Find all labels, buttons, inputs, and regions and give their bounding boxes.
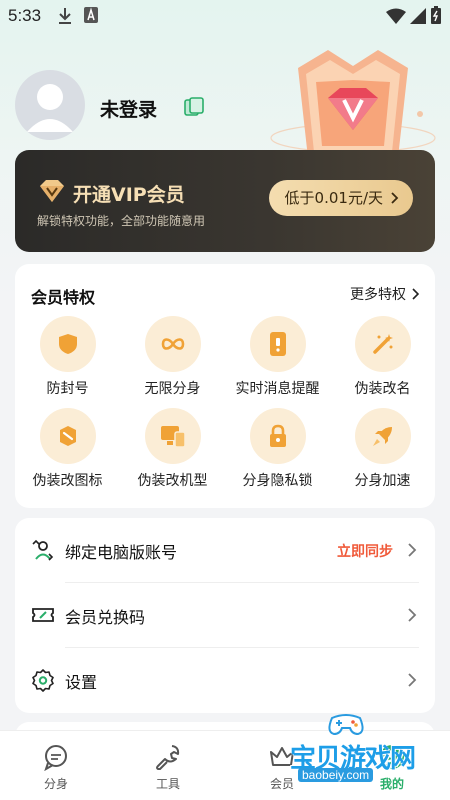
list-item-label: 会员兑换码 xyxy=(65,608,146,627)
privilege-disguise-model[interactable]: 伪装改机型 xyxy=(120,406,225,496)
username-label[interactable]: 未登录 xyxy=(100,95,157,122)
chevron-right-icon xyxy=(391,192,399,204)
privilege-clone-speedup[interactable]: 分身加速 xyxy=(330,406,435,496)
privilege-disguise-name[interactable]: 伪装改名 xyxy=(330,314,435,404)
privilege-icon-bg xyxy=(250,408,306,464)
privilege-icon-bg xyxy=(355,408,411,464)
vip-gem-icon xyxy=(40,180,64,202)
list-item-label: 设置 xyxy=(65,673,98,692)
privilege-label: 分身加速 xyxy=(354,473,411,489)
chevron-right-icon xyxy=(408,608,417,622)
rocket-icon xyxy=(373,427,392,446)
privilege-message-alerts[interactable]: 实时消息提醒 xyxy=(225,314,330,404)
wrench-icon xyxy=(156,745,180,770)
infinity-icon xyxy=(161,338,185,350)
privilege-icon-bg xyxy=(145,408,201,464)
vip-title: 开通VIP会员 xyxy=(73,184,185,206)
privilege-icon-bg xyxy=(355,316,411,372)
chevron-right-icon xyxy=(408,673,417,687)
privilege-anti-ban[interactable]: 防封号 xyxy=(15,314,120,404)
gamepad-icon xyxy=(328,714,364,736)
signal-icon xyxy=(410,8,426,24)
privilege-label: 实时消息提醒 xyxy=(235,381,320,397)
gear-icon xyxy=(32,669,54,692)
notification-a-icon xyxy=(84,7,98,23)
ticket-icon xyxy=(32,608,54,622)
vip-subtitle: 解锁特权功能，全部功能随意用 xyxy=(37,214,206,228)
privilege-icon-bg xyxy=(40,316,96,372)
watermark-url: baobeiy.com xyxy=(298,768,374,782)
nav-label: 工具 xyxy=(155,777,180,791)
status-time: 5:33 xyxy=(8,6,42,25)
more-privileges-link[interactable]: 更多特权 xyxy=(350,284,419,304)
more-privileges-label: 更多特权 xyxy=(350,287,406,303)
nav-tab-tools[interactable]: 工具 xyxy=(128,739,208,795)
default-user-icon xyxy=(27,84,73,132)
download-icon xyxy=(59,8,71,24)
vip-promo-card[interactable]: 开通VIP会员 解锁特权功能，全部功能随意用 低于0.01元/天 xyxy=(15,150,435,252)
privilege-disguise-icon[interactable]: 伪装改图标 xyxy=(15,406,120,496)
shield-icon xyxy=(59,334,77,354)
chevron-right-icon xyxy=(412,288,419,300)
list-item-settings[interactable]: 设置 xyxy=(15,648,435,712)
sync-now-link[interactable]: 立即同步 xyxy=(337,541,393,561)
lock-icon xyxy=(270,424,286,447)
device-icon xyxy=(161,426,186,448)
member-privileges-card: 会员特权 更多特权 防封号 无限分身 实时消息提醒 伪装改名 伪装改图标 伪装改… xyxy=(15,264,435,508)
privilege-label: 伪装改图标 xyxy=(32,473,103,489)
battery-icon xyxy=(431,6,441,24)
privileges-title: 会员特权 xyxy=(31,288,96,307)
phone-notify-icon xyxy=(270,332,286,356)
privilege-label: 分身隐私锁 xyxy=(242,473,313,489)
privilege-label: 伪装改机型 xyxy=(137,473,208,489)
badge-icon xyxy=(60,426,76,446)
privilege-label: 伪装改名 xyxy=(354,381,411,397)
copy-icon[interactable] xyxy=(183,96,205,118)
privilege-unlimited-clones[interactable]: 无限分身 xyxy=(120,314,225,404)
nav-tab-clones[interactable]: 分身 xyxy=(16,739,96,795)
wifi-icon xyxy=(386,8,406,24)
privilege-icon-bg xyxy=(145,316,201,372)
vip-price-label: 低于0.01元/天 xyxy=(284,189,383,207)
site-watermark: 宝贝游戏网 baobeiy.com xyxy=(280,708,420,788)
list-item-label: 绑定电脑版账号 xyxy=(65,543,178,562)
privilege-privacy-lock[interactable]: 分身隐私锁 xyxy=(225,406,330,496)
settings-list-card: 绑定电脑版账号 立即同步 会员兑换码 设置 xyxy=(15,518,435,713)
privilege-label: 防封号 xyxy=(46,381,89,397)
privilege-label: 无限分身 xyxy=(144,381,201,397)
vip-price-button[interactable]: 低于0.01元/天 xyxy=(268,180,413,216)
nav-label: 分身 xyxy=(43,777,68,791)
chat-icon xyxy=(44,745,67,771)
list-item-bind-pc-account[interactable]: 绑定电脑版账号 立即同步 xyxy=(15,518,435,582)
list-item-redeem-code[interactable]: 会员兑换码 xyxy=(15,583,435,647)
pc-bind-icon xyxy=(32,539,54,561)
magic-wand-icon xyxy=(373,334,393,354)
privilege-icon-bg xyxy=(250,316,306,372)
status-bar: 5:33 xyxy=(0,0,450,34)
avatar[interactable] xyxy=(15,70,85,140)
chevron-right-icon xyxy=(408,543,417,557)
privilege-icon-bg xyxy=(40,408,96,464)
